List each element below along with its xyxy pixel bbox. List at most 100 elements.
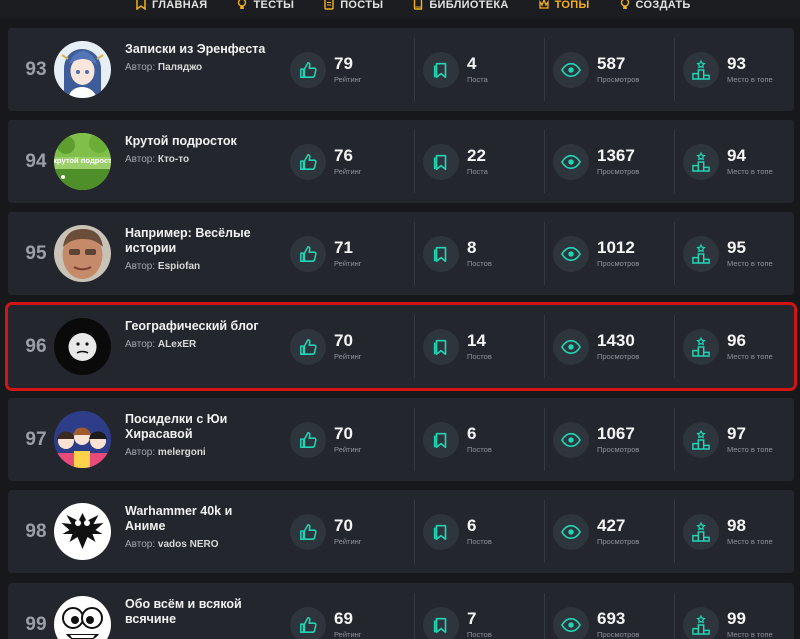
posts-stat: 14 Постов [414, 305, 492, 388]
nav-item-2[interactable]: ПОСТЫ [324, 0, 383, 13]
place-label: Место в топе [727, 167, 773, 176]
podium-icon [683, 328, 719, 365]
avatar[interactable]: крутой подрост [54, 133, 111, 190]
top-list-row[interactable]: 93 Записки из Эренфеста Автор: Паляджо 7… [8, 28, 794, 111]
place-stat: 96 Место в топе [674, 305, 773, 388]
blog-title[interactable]: Географический блог [125, 319, 275, 334]
rating-value: 79 [334, 54, 353, 73]
podium-icon [683, 513, 719, 550]
rating-label: Рейтинг [334, 445, 362, 454]
nav-item-label: ГЛАВНАЯ [152, 0, 208, 11]
thumbs-up-icon [290, 235, 326, 272]
rank-number: 95 [25, 242, 47, 264]
place-value: 94 [727, 146, 746, 165]
divider [414, 130, 415, 193]
divider [414, 593, 415, 639]
avatar[interactable] [54, 225, 111, 282]
top-list-row[interactable]: 94 крутой подрост Крутой подросток Автор… [8, 120, 794, 203]
author-line: Автор: Espiofan [125, 261, 275, 272]
divider [674, 315, 675, 378]
rating-label: Рейтинг [334, 75, 362, 84]
divider [674, 130, 675, 193]
rating-value: 76 [334, 146, 353, 165]
author-name[interactable]: Кто-то [158, 154, 189, 165]
eye-icon [553, 235, 589, 272]
views-value: 1367 [597, 146, 635, 165]
views-stat: 1067 Просмотров [544, 398, 639, 481]
posts-stat: 7 Постов [414, 583, 492, 639]
rating-stat: 71 Рейтинг [290, 212, 362, 295]
views-value: 1430 [597, 331, 635, 350]
nav-item-4[interactable]: ТОПЫ [539, 0, 590, 13]
lightbulb-icon [237, 0, 247, 13]
eye-icon [553, 51, 589, 88]
posts-label: Постов [467, 630, 492, 639]
nav-item-5[interactable]: СОЗДАТЬ [620, 0, 691, 13]
views-label: Просмотров [597, 75, 640, 84]
nav-item-1[interactable]: ТЕСТЫ [237, 0, 294, 13]
eye-icon [553, 513, 589, 550]
rating-label: Рейтинг [334, 537, 362, 546]
blog-title[interactable]: Например: Весёлые истории [125, 226, 275, 256]
author-prefix: Автор: [125, 154, 156, 165]
bookmark-stack-icon [423, 513, 459, 550]
place-stat: 99 Место в топе [674, 583, 773, 639]
top-list-row[interactable]: 95 Например: Весёлые истории Автор: Espi… [8, 212, 794, 295]
blog-title[interactable]: Warhammer 40k и Аниме [125, 504, 275, 534]
posts-value: 4 [467, 54, 477, 73]
document-icon [324, 0, 334, 13]
rating-stat: 70 Рейтинг [290, 490, 362, 573]
blog-title[interactable]: Обо всём и всякой всячине [125, 597, 275, 627]
avatar[interactable] [54, 596, 111, 639]
place-stat: 95 Место в топе [674, 212, 773, 295]
posts-label: Поста [467, 75, 488, 84]
top-list-row[interactable]: 96 Географический блог Автор: ALexER 70 Р… [5, 302, 797, 391]
place-value: 96 [727, 331, 746, 350]
place-value: 98 [727, 516, 746, 535]
avatar[interactable] [54, 503, 111, 560]
posts-stat: 6 Постов [414, 490, 492, 573]
podium-icon [683, 235, 719, 272]
rating-label: Рейтинг [334, 259, 362, 268]
rating-value: 70 [334, 516, 353, 535]
divider [414, 408, 415, 471]
rating-label: Рейтинг [334, 352, 362, 361]
bookmark-stack-icon [423, 606, 459, 639]
posts-label: Постов [467, 259, 492, 268]
views-value: 693 [597, 609, 626, 628]
avatar[interactable] [54, 41, 111, 98]
top-list-row[interactable]: 98 Warhammer 40k и Аниме Автор: vados NE… [8, 490, 794, 573]
place-label: Место в топе [727, 445, 773, 454]
top-list-row[interactable]: 97 Посиделки с Юи Хирасавой Автор: meler… [8, 398, 794, 481]
blog-title[interactable]: Записки из Эренфеста [125, 42, 275, 57]
author-name[interactable]: ALexER [158, 339, 196, 350]
rank-number: 97 [25, 428, 47, 450]
avatar[interactable] [54, 411, 111, 468]
eye-icon [553, 143, 589, 180]
eye-icon [553, 328, 589, 365]
rating-stat: 69 Рейтинг [290, 583, 362, 639]
nav-item-3[interactable]: БИБЛИОТЕКА [413, 0, 508, 13]
nav-item-label: СОЗДАТЬ [635, 0, 691, 11]
posts-value: 22 [467, 146, 486, 165]
rank-number: 96 [25, 335, 47, 357]
author-name[interactable]: Паляджо [158, 62, 202, 73]
nav-item-label: ПОСТЫ [340, 0, 384, 11]
avatar[interactable] [54, 318, 111, 375]
divider [414, 222, 415, 285]
blog-title[interactable]: Посиделки с Юи Хирасавой [125, 412, 275, 442]
rating-label: Рейтинг [334, 167, 362, 176]
views-value: 427 [597, 516, 626, 535]
views-value: 1012 [597, 238, 635, 257]
author-name[interactable]: Espiofan [158, 261, 200, 272]
top-list-row[interactable]: 99 Обо всём и всякой всячине 69 Рейтинг 7… [8, 583, 794, 639]
author-name[interactable]: vados NERO [158, 539, 219, 550]
bookmark-stack-icon [423, 143, 459, 180]
author-line: Автор: ALexER [125, 339, 275, 350]
place-label: Место в топе [727, 259, 773, 268]
podium-icon [683, 421, 719, 458]
author-name[interactable]: melergoni [158, 447, 206, 458]
nav-item-0[interactable]: ГЛАВНАЯ [136, 0, 207, 13]
blog-title[interactable]: Крутой подросток [125, 134, 275, 149]
thumbs-up-icon [290, 606, 326, 639]
